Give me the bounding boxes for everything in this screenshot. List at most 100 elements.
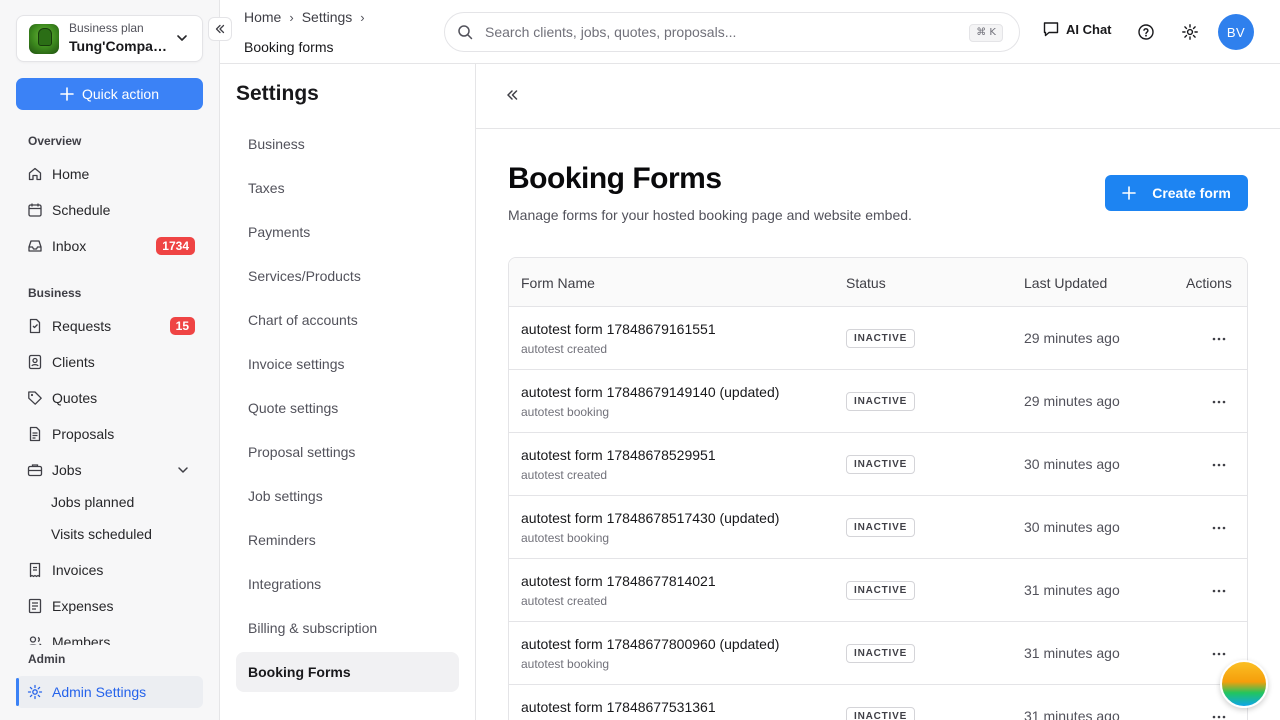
collapse-settings-icon[interactable] (504, 87, 520, 103)
form-description: autotest created (521, 342, 608, 356)
sidebar-item-label: Proposals (52, 426, 115, 442)
search-shortcut-hint: ⌘ K (969, 24, 1003, 42)
sidebar-item-invoices[interactable]: Invoices (16, 554, 203, 586)
sidebar-item-label: Quotes (52, 390, 98, 406)
sidebar-item-label: Jobs planned (51, 494, 135, 510)
business-name: Tung'Company (69, 38, 169, 54)
plus-icon (1122, 186, 1137, 200)
main-content: Booking Forms Manage forms for your host… (476, 64, 1280, 720)
requests-count-badge: 15 (169, 317, 195, 335)
settings-item-integrations[interactable]: Integrations (236, 564, 459, 604)
table-row[interactable]: autotest form 17848678529951 autotest cre… (509, 433, 1247, 496)
sidebar-item-admin-settings[interactable]: Admin Settings (16, 676, 203, 708)
breadcrumb-current-page: Booking forms (244, 39, 334, 55)
last-updated: 31 minutes ago (1024, 708, 1120, 720)
sidebar-item-jobs-planned[interactable]: Jobs planned (16, 486, 203, 518)
gear-icon (27, 684, 43, 700)
chevron-right-icon: › (360, 9, 365, 25)
settings-item-quote-settings[interactable]: Quote settings (236, 388, 459, 428)
invoice-icon (27, 562, 43, 578)
settings-item-billing[interactable]: Billing & subscription (236, 608, 459, 648)
settings-item-services-products[interactable]: Services/Products (236, 256, 459, 296)
create-form-button[interactable]: Create form (1105, 175, 1248, 211)
business-logo (29, 24, 59, 54)
breadcrumb-home[interactable]: Home (244, 9, 281, 25)
chevron-right-icon: › (289, 9, 294, 25)
settings-item-invoice-settings[interactable]: Invoice settings (236, 344, 459, 384)
settings-item-proposal-settings[interactable]: Proposal settings (236, 432, 459, 472)
form-name[interactable]: autotest form 17848679161551 (521, 321, 716, 337)
inbox-icon (27, 238, 43, 254)
sidebar-item-clients[interactable]: Clients (16, 346, 203, 378)
status-badge: INACTIVE (846, 581, 916, 600)
row-actions-button[interactable] (1209, 581, 1229, 601)
settings-item-payments[interactable]: Payments (236, 212, 459, 252)
global-search[interactable]: ⌘ K (444, 12, 1020, 52)
sidebar-item-schedule[interactable]: Schedule (16, 194, 203, 226)
more-horizontal-icon (1212, 526, 1226, 530)
sidebar-item-proposals[interactable]: Proposals (16, 418, 203, 450)
business-switcher[interactable]: Business plan Tung'Company (16, 15, 203, 62)
form-name[interactable]: autotest form 17848677814021 (521, 573, 716, 589)
settings-item-reminders[interactable]: Reminders (236, 520, 459, 560)
sidebar-item-expenses[interactable]: Expenses (16, 590, 203, 622)
settings-item-job-settings[interactable]: Job settings (236, 476, 459, 516)
row-actions-button[interactable] (1209, 707, 1229, 720)
top-bar: Home › Settings › Booking forms ⌘ K AI C… (220, 0, 1280, 64)
row-actions-button[interactable] (1209, 392, 1229, 412)
form-name[interactable]: autotest form 17848677531361 (521, 699, 716, 715)
sidebar-item-home[interactable]: Home (16, 158, 203, 190)
business-plan-label: Business plan (69, 21, 144, 35)
row-actions-button[interactable] (1209, 518, 1229, 538)
assistant-launcher-button[interactable] (1220, 660, 1268, 708)
table-row[interactable]: autotest form 17848678517430 (updated) au… (509, 496, 1247, 559)
sidebar-item-members[interactable]: Members (16, 628, 203, 645)
table-row[interactable]: autotest form 17848677531361autotest cre… (509, 685, 1247, 720)
status-badge: INACTIVE (846, 644, 916, 663)
sidebar-item-label: Visits scheduled (51, 526, 152, 542)
nav-section-business: Business (28, 286, 82, 300)
help-button[interactable] (1136, 22, 1156, 42)
nav-section-admin: Admin (28, 652, 66, 666)
table-row[interactable]: autotest form 17848679161551 autotest cre… (509, 307, 1247, 370)
form-name[interactable]: autotest form 17848678517430 (updated) (521, 510, 779, 526)
sidebar-item-inbox[interactable]: Inbox 1734 (16, 230, 203, 262)
user-avatar[interactable]: BV (1218, 14, 1254, 50)
settings-item-taxes[interactable]: Taxes (236, 168, 459, 208)
quick-action-button[interactable]: Quick action (16, 78, 203, 110)
page-subtitle: Manage forms for your hosted booking pag… (508, 207, 912, 223)
sidebar-item-label: Admin Settings (52, 684, 147, 700)
sidebar-item-jobs[interactable]: Jobs (16, 454, 203, 486)
more-horizontal-icon (1212, 400, 1226, 404)
table-row[interactable]: autotest form 17848677800960 (updated) au… (509, 622, 1247, 685)
row-actions-button[interactable] (1209, 329, 1229, 349)
sidebar-item-requests[interactable]: Requests 15 (16, 310, 203, 342)
more-horizontal-icon (1212, 463, 1226, 467)
ai-chat-button[interactable]: AI Chat (1042, 20, 1112, 38)
settings-item-business[interactable]: Business (236, 124, 459, 164)
table-row[interactable]: autotest form 17848679149140 (updated) au… (509, 370, 1247, 433)
sidebar-item-quotes[interactable]: Quotes (16, 382, 203, 414)
row-actions-button[interactable] (1209, 455, 1229, 475)
settings-item-chart-of-accounts[interactable]: Chart of accounts (236, 300, 459, 340)
quick-action-label: Quick action (81, 86, 160, 102)
table-row[interactable]: autotest form 17848677814021 autotest cre… (509, 559, 1247, 622)
row-actions-button[interactable] (1209, 644, 1229, 664)
calendar-icon (27, 202, 43, 218)
form-name[interactable]: autotest form 17848677800960 (updated) (521, 636, 779, 652)
search-input[interactable] (485, 24, 955, 40)
sidebar-item-visits-scheduled[interactable]: Visits scheduled (16, 518, 203, 550)
form-name[interactable]: autotest form 17848679149140 (updated) (521, 384, 779, 400)
nav-section-overview: Overview (28, 134, 82, 148)
search-icon (458, 25, 473, 40)
create-form-label: Create form (1152, 185, 1231, 201)
breadcrumb-settings[interactable]: Settings (302, 9, 353, 25)
settings-item-booking-forms[interactable]: Booking Forms (236, 652, 459, 692)
form-name[interactable]: autotest form 17848678529951 (521, 447, 716, 463)
settings-button[interactable] (1180, 22, 1200, 42)
ai-chat-label: AI Chat (1066, 21, 1112, 37)
collapse-sidebar-button[interactable] (208, 17, 232, 41)
home-icon (27, 166, 43, 182)
table-header: Form Name Status Last Updated Actions (509, 258, 1247, 307)
breadcrumb: Home › Settings › (244, 9, 367, 25)
